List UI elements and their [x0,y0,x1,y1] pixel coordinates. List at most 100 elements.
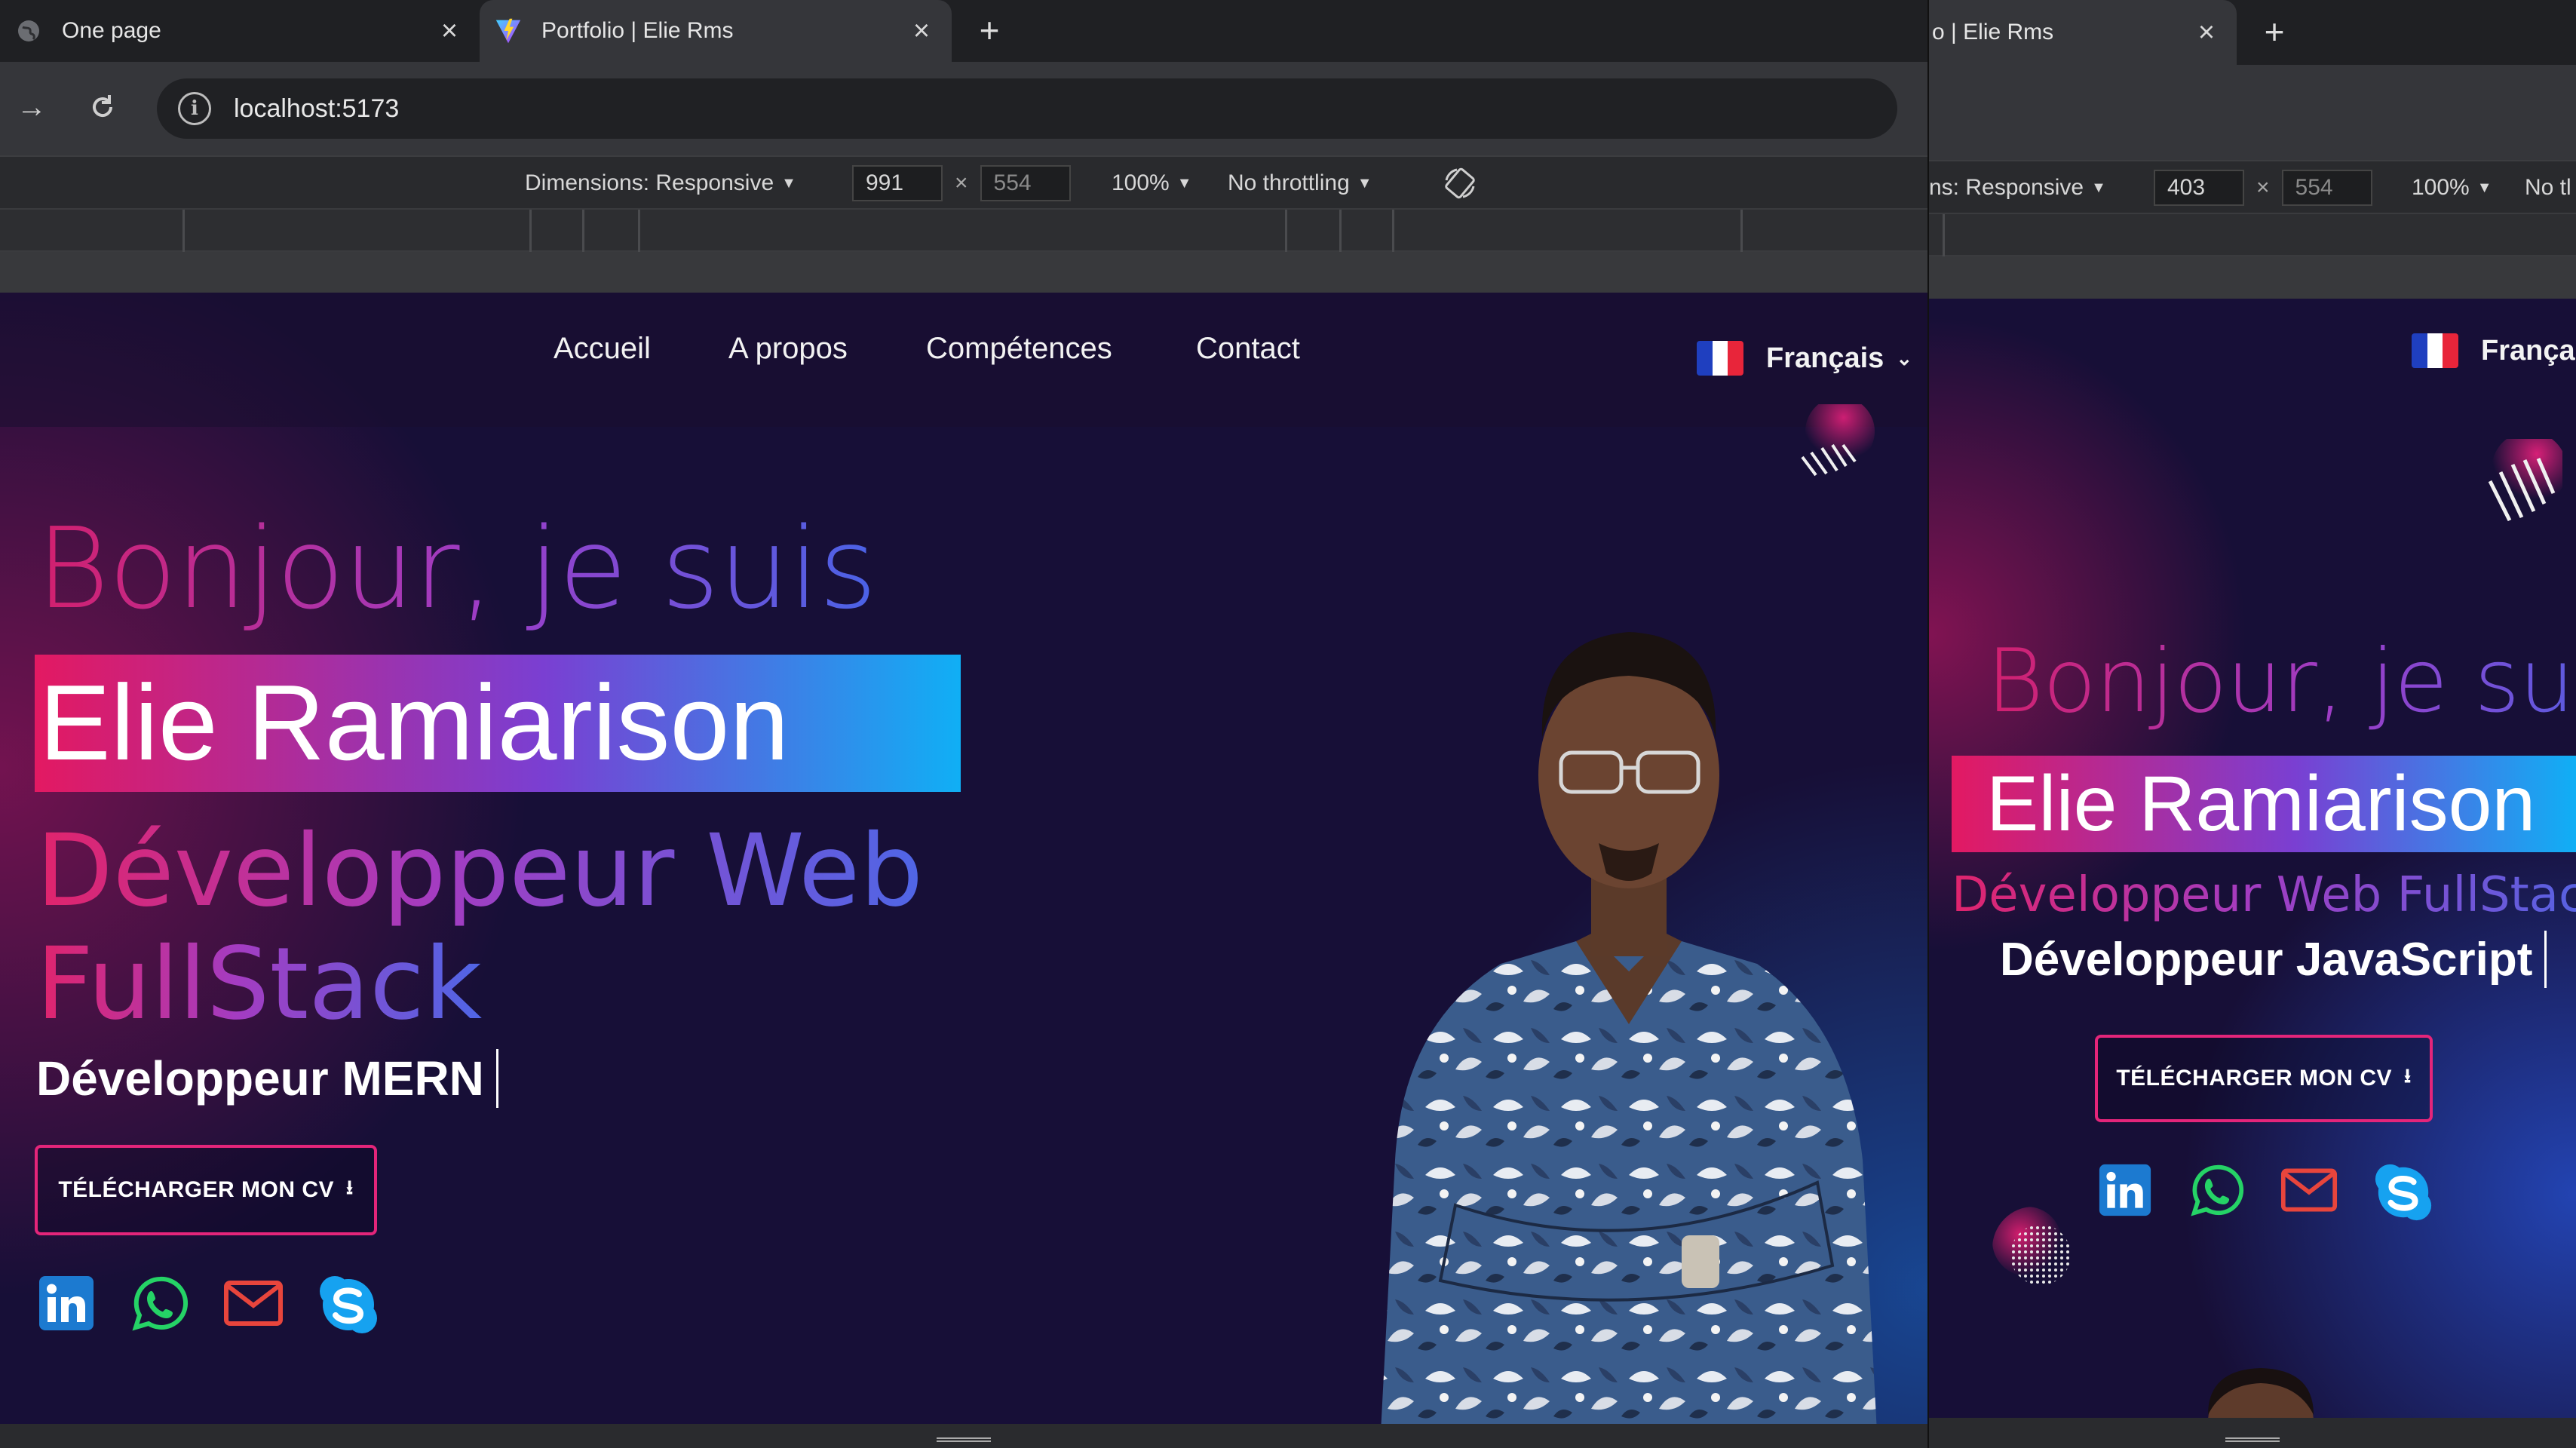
nav-link-competences[interactable]: Compétences [926,332,1112,366]
hero-greeting: Bonjour, je suis [1986,630,2576,732]
skype-icon[interactable] [317,1273,380,1336]
width-input[interactable]: 991 [852,165,943,201]
device-toolbar: Dimensions: Responsive ▼ 991 × 554 100% … [0,155,1927,208]
decorative-dots-icon [1992,1207,2071,1285]
dimensions-label: ns: Responsive [1929,175,2084,200]
dimensions-dropdown[interactable]: Dimensions: Responsive ▼ [525,157,796,210]
zoom-dropdown[interactable]: 100% ▼ [2412,161,2492,214]
language-label: Françai [2481,334,2576,367]
tab-strip: One page × Portfolio | Elie Rms × + [0,0,1927,62]
reload-icon[interactable] [78,83,127,131]
hero-greeting: Bonjour, je suis [36,504,877,634]
download-cv-button[interactable]: TÉLÉCHARGER MON CV ⭳ [35,1145,377,1235]
height-input[interactable]: 554 [2281,170,2372,206]
url-field[interactable]: i localhost:5173 [157,78,1897,139]
language-selector[interactable]: Françai [2412,333,2576,368]
throttling-dropdown[interactable]: No tl [2525,161,2571,214]
hero-role: Développeur Web FullStack [1952,867,2576,923]
tab-strip: o | Elie Rms × + [1929,0,2576,65]
dimensions-label: Dimensions: Responsive [525,170,774,195]
throttling-label: No throttling [1228,170,1350,195]
tab-close-button[interactable]: × [2191,17,2222,48]
hero-role-line1: Développeur Web [36,813,924,929]
new-tab-button[interactable]: + [2253,11,2295,53]
zoom-label: 100% [2412,175,2470,200]
decorative-stripes-icon [1801,404,1875,477]
language-label: Français [1766,342,1884,374]
resize-grip-icon[interactable] [937,1437,991,1442]
typed-text-value: Développeur MERN [36,1051,484,1106]
throttling-dropdown[interactable]: No throttling ▼ [1228,157,1372,210]
tab-close-button[interactable]: × [434,15,465,47]
viewport-gutter [0,252,1927,293]
mail-icon[interactable] [223,1273,284,1333]
typed-text-value: Développeur JavaScript [2000,933,2533,986]
caret-down-icon: ▼ [1357,174,1372,192]
typing-cursor [2544,931,2547,988]
linkedin-icon[interactable] [2096,1161,2154,1219]
tab-one-page[interactable]: One page × [0,0,480,62]
dimensions-dropdown[interactable]: ns: Responsive ▼ [1929,161,2106,214]
address-bar [1929,65,2576,160]
url-text: localhost:5173 [234,94,400,123]
whatsapp-icon[interactable] [2188,1161,2246,1219]
decorative-stripes-icon [2488,439,2562,522]
tab-title: Portfolio | Elie Rms [541,18,734,43]
language-selector[interactable]: Français ⌄ [1697,341,1912,376]
bottom-resize-bar[interactable] [0,1424,1927,1448]
caret-down-icon: ▼ [2091,179,2106,196]
profile-photo [1381,632,1877,1424]
social-links [2096,1161,2434,1223]
navbar: Accueil A propos Compétences Contact Fra… [0,293,1927,427]
download-cv-button[interactable]: TÉLÉCHARGER MON CV ⭳ [2095,1035,2433,1122]
france-flag-icon [2412,333,2458,368]
width-input[interactable]: 403 [2154,170,2244,206]
typing-cursor [495,1049,498,1108]
tab-close-button[interactable]: × [906,15,937,47]
vite-logo-icon [495,17,522,44]
site-info-icon[interactable]: i [178,92,211,125]
download-icon: ⭳ [2404,1064,2412,1087]
rotate-icon[interactable] [1440,157,1480,210]
left-browser-window: One page × Portfolio | Elie Rms × + → i … [0,0,1927,1448]
bottom-resize-bar[interactable] [1929,1418,2576,1448]
new-tab-button[interactable]: + [968,9,1010,51]
download-icon: ⭳ [346,1176,354,1198]
tab-portfolio[interactable]: Portfolio | Elie Rms × [480,0,952,62]
media-query-bar[interactable] [1929,213,2576,256]
page-viewport: Accueil A propos Compétences Contact Fra… [0,293,1927,1424]
device-toolbar: ns: Responsive ▼ 403 × 554 100% ▼ No tl [1929,160,2576,213]
page-viewport: Françai Bonjour, je suis Elie Ramiarison… [1929,299,2576,1418]
nav-link-contact[interactable]: Contact [1196,332,1300,366]
hero-name: Elie Ramiarison [35,655,961,792]
address-bar: → i localhost:5173 [0,62,1927,155]
hero-name: Elie Ramiarison [1952,756,2576,852]
nav-link-apropos[interactable]: A propos [728,332,848,366]
times-sign: × [2256,175,2270,200]
tab-portfolio[interactable]: o | Elie Rms × [1929,0,2237,65]
caret-down-icon: ▼ [1176,174,1192,192]
forward-icon[interactable]: → [8,83,56,131]
right-browser-window: o | Elie Rms × + ns: Responsive ▼ 403 × … [1927,0,2576,1448]
tab-title: o | Elie Rms [1932,20,2054,44]
tab-title: One page [62,18,161,43]
download-cv-label: TÉLÉCHARGER MON CV [58,1177,335,1202]
skype-icon[interactable] [2372,1161,2434,1223]
whatsapp-icon[interactable] [130,1273,190,1333]
hero-role-line2: FullStack [36,926,483,1042]
media-query-bar[interactable] [0,208,1927,252]
height-input[interactable]: 554 [980,165,1071,201]
zoom-label: 100% [1112,170,1170,195]
chevron-down-icon: ⌄ [1896,346,1913,370]
social-links [36,1273,380,1336]
mail-icon[interactable] [2280,1161,2338,1219]
nav-link-accueil[interactable]: Accueil [554,332,651,366]
caret-down-icon: ▼ [2476,179,2492,196]
viewport-gutter [1929,256,2576,299]
typed-text: Développeur MERN [36,1047,498,1110]
profile-photo-top [2208,1368,2314,1418]
zoom-dropdown[interactable]: 100% ▼ [1112,157,1192,210]
throttling-label: No tl [2525,175,2571,200]
linkedin-icon[interactable] [36,1273,97,1333]
resize-grip-icon[interactable] [2225,1437,2280,1442]
